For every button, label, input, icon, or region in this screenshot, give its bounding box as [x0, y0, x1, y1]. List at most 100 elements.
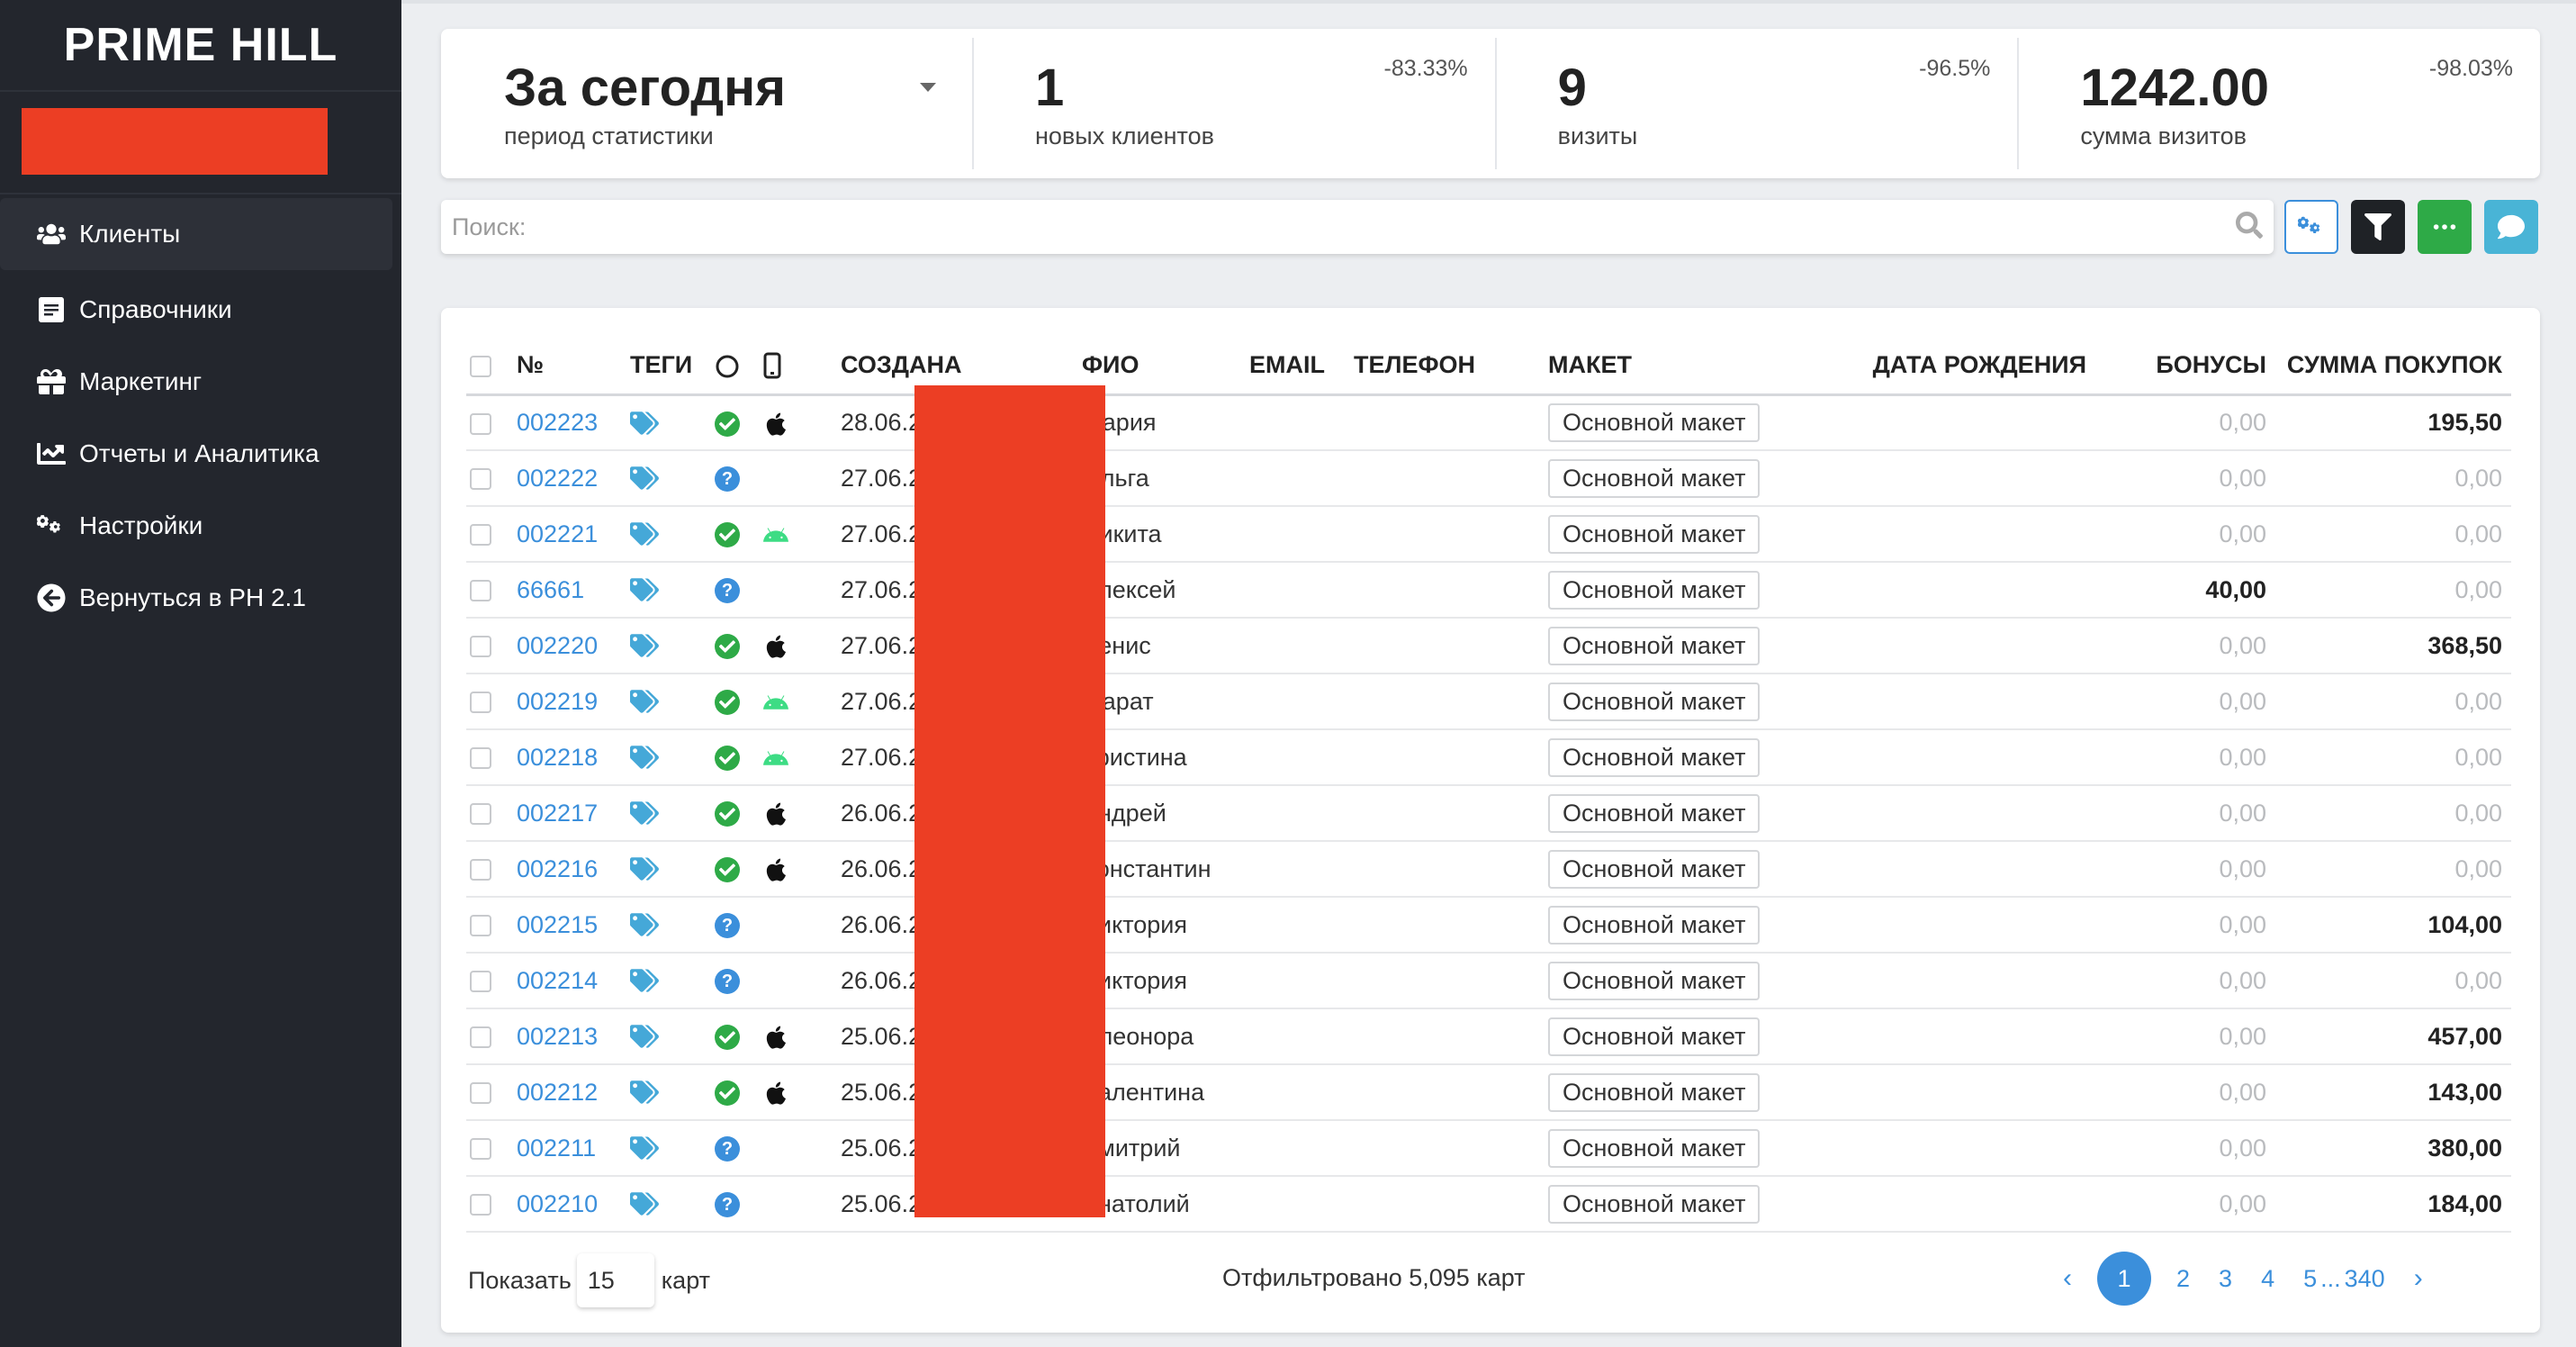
row-checkbox[interactable] — [470, 468, 491, 491]
client-number-link[interactable]: 002221 — [517, 520, 598, 547]
col-maket[interactable]: МАКЕТ — [1548, 337, 1854, 396]
client-number-link[interactable]: 002215 — [517, 911, 598, 938]
row-checkbox[interactable] — [470, 636, 491, 658]
filter-button[interactable] — [2351, 200, 2405, 254]
col-sum[interactable]: СУММА ПОКУПОК — [2266, 337, 2511, 396]
sidebar-item-clients[interactable]: Клиенты — [0, 198, 392, 270]
page-button[interactable]: 5 — [2303, 1265, 2317, 1293]
client-number-link[interactable]: 002217 — [517, 800, 598, 827]
message-button[interactable] — [2484, 200, 2538, 254]
table-row[interactable]: 00221225.06.2023 14:56ВалентинаОсновной … — [466, 1064, 2511, 1121]
apple-icon — [763, 409, 788, 436]
client-number-link[interactable]: 66661 — [517, 576, 584, 603]
search-icon[interactable] — [2236, 211, 2263, 243]
tags-icon[interactable] — [630, 854, 659, 881]
sidebar-item-references[interactable]: Справочники — [0, 274, 401, 346]
tags-icon[interactable] — [630, 966, 659, 993]
col-num[interactable]: № — [517, 337, 630, 396]
more-actions-button[interactable] — [2418, 200, 2472, 254]
client-number-link[interactable]: 002218 — [517, 744, 598, 771]
row-checkbox[interactable] — [470, 692, 491, 714]
col-tags[interactable]: ТЕГИ — [630, 337, 715, 396]
pagination-next[interactable]: › — [2414, 1263, 2423, 1294]
row-checkbox[interactable] — [470, 1026, 491, 1049]
tags-icon[interactable] — [630, 743, 659, 770]
table-row[interactable]: 002214?26.06.2023 12:00ВикторияОсновной … — [466, 953, 2511, 1009]
table-row[interactable]: 00221726.06.2023 14:40АндрейОсновной мак… — [466, 785, 2511, 842]
client-number-link[interactable]: 002223 — [517, 409, 598, 436]
client-purchase-sum: 0,00 — [2266, 785, 2511, 842]
column-settings-button[interactable] — [2284, 200, 2338, 254]
select-all-checkbox[interactable] — [470, 355, 491, 377]
sidebar-item-marketing[interactable]: Маркетинг — [0, 346, 401, 418]
chevron-down-icon[interactable] — [920, 83, 936, 92]
table-row[interactable]: 002222?27.06.2023 17:58ОльгаОсновной мак… — [466, 450, 2511, 507]
page-button-last[interactable]: 340 — [2345, 1265, 2385, 1293]
table-row[interactable]: 00222328.06.2023 08:31МарияОсновной маке… — [466, 394, 2511, 451]
row-checkbox[interactable] — [470, 915, 491, 937]
table-row[interactable]: 00221325.06.2023 17:12ЭлеонораОсновной м… — [466, 1008, 2511, 1065]
sidebar-item-back[interactable]: Вернуться в PH 2.1 — [0, 562, 401, 634]
page-button[interactable]: 4 — [2261, 1265, 2274, 1293]
col-device[interactable] — [763, 337, 841, 396]
tags-icon[interactable] — [630, 408, 659, 435]
table-row[interactable]: 00222127.06.2023 17:42НикитаОсновной мак… — [466, 506, 2511, 563]
period-selector[interactable]: За сегодня период статистики — [441, 29, 972, 178]
row-checkbox[interactable] — [470, 1138, 491, 1161]
col-name[interactable]: ФИО — [1082, 337, 1249, 396]
per-page-select[interactable]: 15 — [576, 1253, 654, 1307]
row-checkbox[interactable] — [470, 580, 491, 602]
col-email[interactable]: EMAIL — [1249, 337, 1354, 396]
client-number-link[interactable]: 002214 — [517, 967, 598, 994]
col-birthday[interactable]: ДАТА РОЖДЕНИЯ — [1854, 337, 2115, 396]
row-checkbox[interactable] — [470, 859, 491, 881]
tags-icon[interactable] — [630, 575, 659, 602]
col-phone[interactable]: ТЕЛЕФОН — [1354, 337, 1548, 396]
tags-icon[interactable] — [630, 1189, 659, 1216]
tags-icon[interactable] — [630, 1022, 659, 1049]
table-row[interactable]: 00222027.06.2023 15:04ДенисОсновной маке… — [466, 618, 2511, 674]
table-row[interactable]: 002215?26.06.2023 12:28ВикторияОсновной … — [466, 897, 2511, 954]
search-input[interactable] — [452, 212, 2236, 241]
row-checkbox[interactable] — [470, 412, 491, 435]
row-checkbox[interactable] — [470, 1194, 491, 1216]
col-status[interactable] — [715, 337, 763, 396]
pagination-prev[interactable]: ‹ — [2063, 1263, 2072, 1294]
table-row[interactable]: 002211?25.06.2023 12:25ДмитрийОсновной м… — [466, 1120, 2511, 1177]
client-number-link[interactable]: 002219 — [517, 688, 598, 715]
tags-icon[interactable] — [630, 631, 659, 658]
page-button[interactable]: 2 — [2176, 1265, 2190, 1293]
tags-icon[interactable] — [630, 520, 659, 547]
tags-icon[interactable] — [630, 687, 659, 714]
table-row[interactable]: 002210?25.06.2023 12:25АнатолийОсновной … — [466, 1176, 2511, 1233]
tags-icon[interactable] — [630, 1134, 659, 1161]
client-number-link[interactable]: 002213 — [517, 1023, 598, 1050]
tags-icon[interactable] — [630, 464, 659, 491]
tags-icon[interactable] — [630, 799, 659, 826]
client-number-link[interactable]: 002212 — [517, 1079, 598, 1106]
col-bonus[interactable]: БОНУСЫ — [2115, 337, 2266, 396]
table-row[interactable]: 66661?27.06.2023 17:20АлексейОсновной ма… — [466, 562, 2511, 619]
row-checkbox[interactable] — [470, 1082, 491, 1105]
android-icon — [763, 744, 788, 771]
client-number-link[interactable]: 002216 — [517, 855, 598, 882]
row-checkbox[interactable] — [470, 803, 491, 826]
app-logo[interactable]: PRIME HILL — [0, 0, 401, 92]
client-number-link[interactable]: 002222 — [517, 465, 598, 492]
table-row[interactable]: 00221927.06.2023 14:03МаратОсновной маке… — [466, 674, 2511, 730]
table-row[interactable]: 00221827.06.2023 09:53КристинаОсновной м… — [466, 729, 2511, 786]
client-number-link[interactable]: 002211 — [517, 1135, 596, 1162]
check-circle-icon — [715, 634, 740, 660]
table-row[interactable]: 00221626.06.2023 13:53КонстантинОсновной… — [466, 841, 2511, 898]
client-number-link[interactable]: 002220 — [517, 632, 598, 659]
page-button[interactable]: 1 — [2097, 1252, 2151, 1306]
tags-icon[interactable] — [630, 1078, 659, 1105]
row-checkbox[interactable] — [470, 747, 491, 770]
row-checkbox[interactable] — [470, 524, 491, 547]
row-checkbox[interactable] — [470, 971, 491, 993]
sidebar-item-settings[interactable]: Настройки — [0, 490, 401, 562]
sidebar-item-reports[interactable]: Отчеты и Аналитика — [0, 418, 401, 490]
page-button[interactable]: 3 — [2219, 1265, 2232, 1293]
tags-icon[interactable] — [630, 910, 659, 937]
client-number-link[interactable]: 002210 — [517, 1190, 598, 1217]
